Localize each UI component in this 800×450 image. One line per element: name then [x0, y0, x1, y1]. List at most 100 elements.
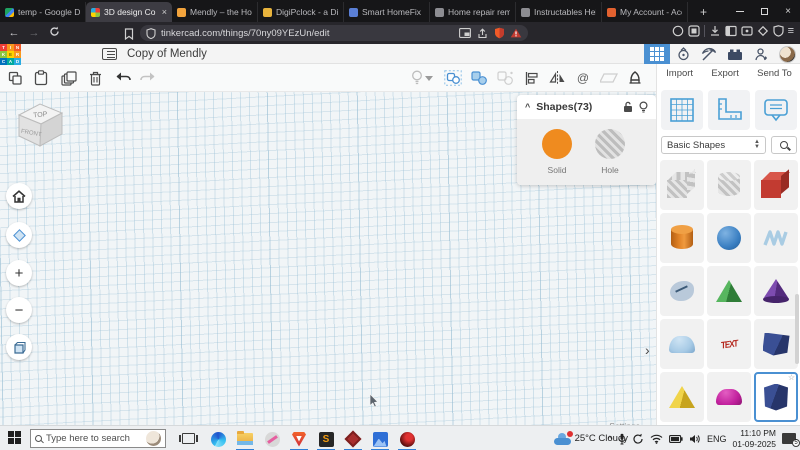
search-shapes-button[interactable]: [771, 136, 797, 154]
taskbar-search[interactable]: Type here to search: [30, 429, 166, 448]
blocks-view-button[interactable]: [644, 44, 670, 64]
taskbar-app-file-explorer[interactable]: [233, 430, 257, 448]
shape-cylinder[interactable]: [660, 213, 704, 263]
design-canvas[interactable]: TOP FRONT + − ^ Shapes(73): [0, 92, 656, 425]
shape-cylinder-hole[interactable]: [707, 160, 751, 210]
fit-view-button[interactable]: [6, 222, 32, 248]
import-button[interactable]: Import: [666, 68, 693, 79]
zoom-in-button[interactable]: +: [6, 260, 32, 286]
container-icon[interactable]: [741, 25, 753, 37]
lightbulb-icon[interactable]: [639, 101, 648, 113]
workplane-tool[interactable]: [661, 90, 703, 130]
new-tab-button[interactable]: +: [696, 2, 711, 22]
taskbar-app-pink[interactable]: [260, 430, 284, 448]
shape-box-hole[interactable]: [660, 160, 704, 210]
collapse-panel-icon[interactable]: ^: [525, 102, 530, 112]
sidebar-toggle-icon[interactable]: [725, 25, 737, 37]
shape-paraboloid[interactable]: [660, 319, 704, 369]
tab-3d-design-active[interactable]: 3D design Copy o... ×: [86, 2, 172, 22]
brick-export-button[interactable]: [722, 44, 748, 64]
language-indicator[interactable]: ENG: [707, 434, 727, 444]
ungroup-button[interactable]: [470, 69, 488, 87]
close-window-button[interactable]: ×: [776, 0, 800, 22]
shape-roof[interactable]: [707, 266, 751, 316]
share-icon[interactable]: [476, 27, 488, 39]
diamond-extension-icon[interactable]: [757, 25, 769, 37]
picture-in-picture-icon[interactable]: [459, 27, 471, 39]
tab-my-account[interactable]: My Account - Access...: [602, 2, 688, 22]
minecraft-export-button[interactable]: [696, 44, 722, 64]
taskbar-app-edge[interactable]: [206, 430, 230, 448]
ruler-button[interactable]: [626, 69, 644, 87]
shape-squiggle[interactable]: [754, 213, 798, 263]
tab-instructables[interactable]: Instructables Help: [516, 2, 602, 22]
speaker-icon[interactable]: [689, 434, 701, 444]
taskbar-app-brave[interactable]: [287, 430, 311, 448]
favorite-star-icon[interactable]: ☆: [788, 373, 795, 382]
forward-icon[interactable]: →: [24, 27, 44, 39]
microphone-icon[interactable]: [618, 433, 626, 445]
search-highlight-icon[interactable]: [146, 431, 161, 446]
protection-shield-icon[interactable]: [773, 25, 784, 37]
clock[interactable]: 11:10 PM 01-09-2025: [733, 428, 776, 449]
delete-button[interactable]: [86, 69, 104, 87]
ruler-tool[interactable]: [708, 90, 750, 130]
network-icon[interactable]: [650, 434, 663, 444]
sidebar-scrollbar[interactable]: [795, 294, 799, 364]
shape-half-sphere[interactable]: [707, 372, 751, 422]
avg-shield-icon[interactable]: [493, 27, 505, 39]
workplane-button[interactable]: [600, 69, 618, 87]
notes-tool[interactable]: [755, 90, 797, 130]
taskbar-app-photos[interactable]: [368, 430, 392, 448]
shape-hexagonal-prism[interactable]: ☆: [754, 372, 798, 422]
tinkercad-logo[interactable]: TIN KER CAD: [0, 44, 21, 65]
export-button[interactable]: Export: [711, 68, 738, 79]
duplicate-button[interactable]: [60, 69, 78, 87]
taskbar-app-red-circle[interactable]: [395, 430, 419, 448]
share-user-button[interactable]: [748, 44, 774, 64]
shape-box[interactable]: [754, 160, 798, 210]
tracking-shield-icon[interactable]: [146, 28, 156, 39]
tab-mendly[interactable]: Mendly – the Home I...: [172, 2, 258, 22]
show-all-dropdown-icon[interactable]: [424, 69, 434, 87]
design-menu-icon[interactable]: [102, 48, 117, 60]
zoom-out-button[interactable]: −: [6, 297, 32, 323]
solid-swatch[interactable]: [542, 129, 572, 159]
minimize-button[interactable]: [728, 0, 752, 22]
extension-box-icon[interactable]: [688, 25, 700, 37]
tab-digipclock[interactable]: DigiPclock - a Digital...: [258, 2, 344, 22]
shape-text[interactable]: TEXT: [707, 319, 751, 369]
notification-center-icon[interactable]: 5: [782, 433, 796, 444]
tab-google-drive[interactable]: temp - Google Drive: [0, 2, 86, 22]
url-text[interactable]: tinkercad.com/things/70ny09YEzUn/edit: [161, 28, 454, 39]
undo-button[interactable]: [114, 69, 132, 87]
edit-group-button[interactable]: [496, 69, 514, 87]
taskbar-app-diamond[interactable]: [341, 430, 365, 448]
extension-circle-icon[interactable]: [672, 25, 684, 37]
redo-button[interactable]: [138, 69, 156, 87]
sync-icon[interactable]: [632, 433, 644, 445]
mirror-button[interactable]: [548, 69, 566, 87]
tab-home-repair[interactable]: Home repair reminde...: [430, 2, 516, 22]
task-view-button[interactable]: [182, 433, 195, 444]
sidebar-collapse-handle[interactable]: ›: [645, 342, 650, 358]
bookmark-icon[interactable]: [124, 27, 134, 45]
shape-polygon[interactable]: [754, 319, 798, 369]
profile-button[interactable]: [774, 44, 800, 64]
category-select[interactable]: Basic Shapes ▲▼: [661, 136, 766, 154]
copy-button[interactable]: [6, 69, 24, 87]
design-title[interactable]: Copy of Mendly: [127, 48, 207, 60]
tray-expand-icon[interactable]: ^: [608, 434, 612, 444]
tab-smart-homefix[interactable]: Smart HomeFix Remi...: [344, 2, 430, 22]
home-view-button[interactable]: [6, 183, 32, 209]
perspective-toggle-button[interactable]: [6, 334, 32, 360]
url-bar[interactable]: tinkercad.com/things/70ny09YEzUn/edit: [140, 25, 528, 41]
group-button[interactable]: [444, 69, 462, 87]
notes-button[interactable]: @: [574, 69, 592, 87]
warning-triangle-icon[interactable]: [510, 27, 522, 39]
close-tab-icon[interactable]: ×: [160, 7, 167, 17]
start-button[interactable]: [8, 431, 22, 445]
maximize-button[interactable]: [752, 0, 776, 22]
lock-icon[interactable]: [623, 101, 633, 113]
shape-pyramid[interactable]: [660, 372, 704, 422]
